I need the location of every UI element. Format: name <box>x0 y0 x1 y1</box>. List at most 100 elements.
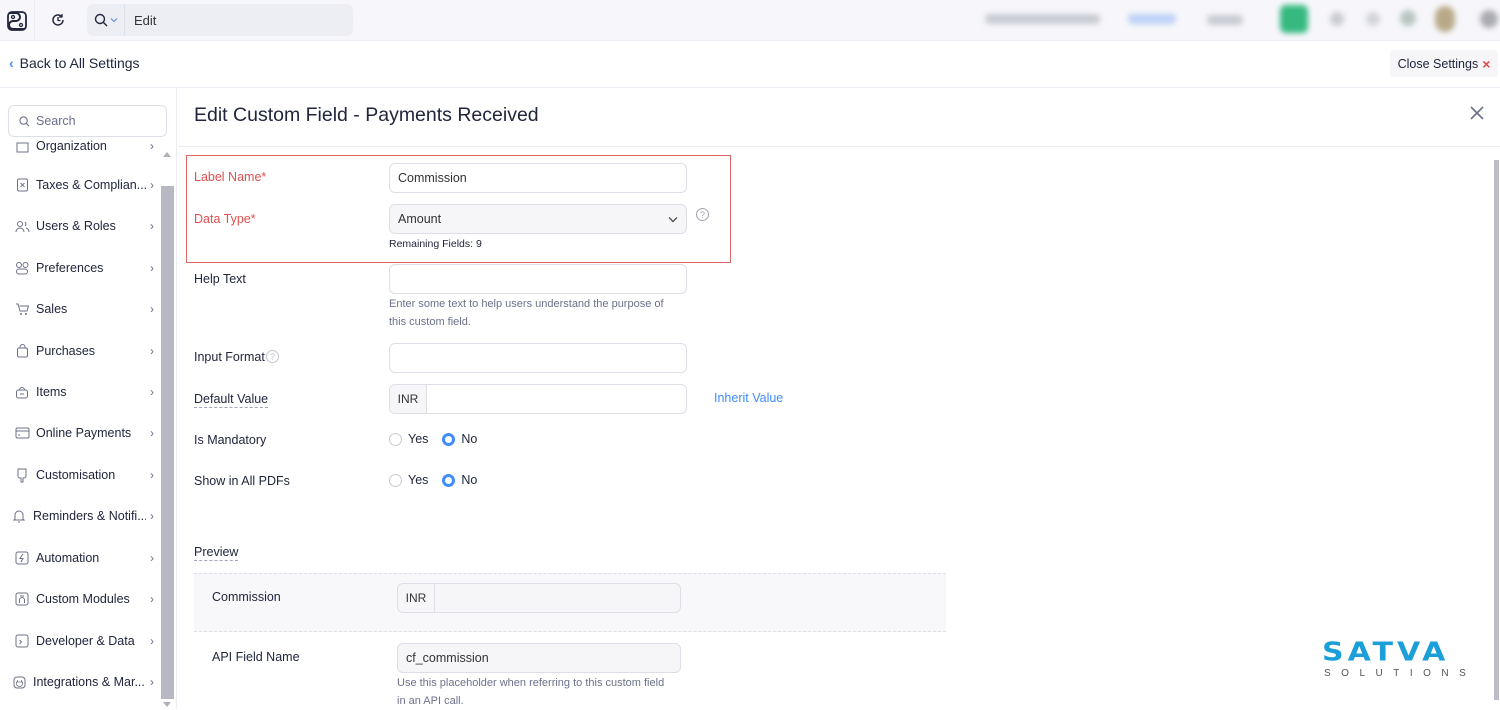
chevron-right-icon: › <box>150 344 154 358</box>
remaining-fields-text: Remaining Fields: 9 <box>389 238 482 250</box>
radio-label: Yes <box>408 432 429 446</box>
sidebar-item-label: Purchases <box>36 344 96 358</box>
blurred-app-icon[interactable] <box>1280 5 1308 33</box>
sidebar-item-label: Organization <box>36 139 107 153</box>
chevron-right-icon: › <box>150 634 154 648</box>
sidebar-item-label: Preferences <box>36 261 104 275</box>
sidebar-item-users-roles[interactable]: Users & Roles › <box>14 216 154 236</box>
search-icon <box>19 115 30 126</box>
sidebar-item-online-payments[interactable]: Online Payments › <box>14 423 154 443</box>
sidebar-item-reminders[interactable]: Reminders & Notifi... › <box>11 506 154 526</box>
api-field-hint-line1: Use this placeholder when referring to t… <box>397 677 665 689</box>
data-type-value: Amount <box>398 212 442 226</box>
sidebar-item-label: Integrations & Mar... <box>33 675 145 689</box>
label-name-input[interactable]: Commission <box>389 163 687 193</box>
radio-label: Yes <box>408 473 429 487</box>
blurred-menu <box>1207 15 1243 25</box>
data-type-select[interactable]: Amount <box>389 204 687 234</box>
close-settings-button[interactable]: Close Settings × <box>1390 50 1498 77</box>
users-icon <box>14 218 30 234</box>
sidebar-item-customisation[interactable]: Customisation › <box>14 465 154 485</box>
page-title: Edit Custom Field - Payments Received <box>194 104 539 126</box>
help-text-label: Help Text <box>194 272 246 286</box>
sidebar-item-automation[interactable]: Automation › <box>14 548 154 568</box>
back-link-label: Back to All Settings <box>19 55 140 71</box>
inherit-value-link[interactable]: Inherit Value <box>714 391 783 405</box>
blurred-icon[interactable] <box>1400 10 1416 26</box>
help-icon[interactable]: ? <box>266 350 279 363</box>
radio-label: No <box>461 473 478 487</box>
currency-prefix: INR <box>390 385 427 413</box>
help-text-hint-line1: Enter some text to help users understand… <box>389 298 664 310</box>
global-search-input[interactable]: Edit <box>125 13 156 28</box>
preview-field-label: Commission <box>212 590 281 604</box>
input-format-input[interactable] <box>389 343 687 373</box>
sidebar-item-label: Items <box>36 385 67 399</box>
preview-amount-input[interactable]: INR <box>397 583 681 613</box>
chevron-left-icon: ‹ <box>9 55 14 71</box>
app-logo[interactable] <box>0 0 35 41</box>
show-in-pdfs-yes-radio[interactable] <box>389 473 402 487</box>
building-icon <box>14 138 30 154</box>
preview-heading: Preview <box>194 545 239 561</box>
card-icon <box>14 425 30 441</box>
modules-icon <box>14 591 30 607</box>
sidebar-item-purchases[interactable]: Purchases › <box>14 341 154 361</box>
avatar[interactable] <box>1435 6 1455 32</box>
bell-icon <box>11 508 27 524</box>
sidebar-item-label: Automation <box>36 551 100 565</box>
api-field-hint-line2: in an API call. <box>397 695 464 707</box>
scroll-up-arrow-icon[interactable] <box>163 152 171 157</box>
satva-watermark-logo: SATVA SOLUTIONS <box>1322 640 1472 679</box>
chevron-right-icon: › <box>150 509 154 523</box>
is-mandatory-radio-group: Yes No <box>389 432 491 446</box>
back-to-all-settings-link[interactable]: ‹ Back to All Settings <box>9 55 140 71</box>
help-text-input[interactable] <box>389 264 687 294</box>
sidebar-item-label: Online Payments <box>36 426 132 440</box>
terminal-icon <box>14 633 30 649</box>
show-in-pdfs-no-radio[interactable] <box>442 473 456 487</box>
bolt-icon <box>14 550 30 566</box>
search-icon <box>94 13 107 27</box>
global-search[interactable]: Edit <box>87 4 353 36</box>
sidebar-item-integrations[interactable]: Integrations & Mar... › <box>11 672 154 692</box>
app-logo-icon <box>7 10 27 31</box>
blurred-icon[interactable] <box>1366 12 1380 26</box>
sidebar-item-label: Custom Modules <box>36 592 130 606</box>
label-name-value: Commission <box>398 171 467 185</box>
is-mandatory-yes-radio[interactable] <box>389 432 402 446</box>
top-bar: Edit <box>0 0 1500 41</box>
sidebar-search-input[interactable]: Search <box>8 105 167 137</box>
watermark-main-text: SATVA <box>1322 637 1450 668</box>
tax-icon <box>14 177 30 193</box>
blurred-icon[interactable] <box>1480 10 1498 28</box>
default-value-input[interactable]: INR <box>389 384 687 414</box>
data-type-label: Data Type* <box>194 212 256 226</box>
preferences-icon <box>14 260 30 276</box>
sidebar-item-developer-data[interactable]: Developer & Data › <box>14 631 154 651</box>
cart-icon <box>14 301 30 317</box>
sidebar-item-label: Developer & Data <box>36 634 135 648</box>
sidebar-item-sales[interactable]: Sales › <box>14 299 154 319</box>
main-scrollbar-thumb[interactable] <box>1494 160 1499 700</box>
api-field-name-input[interactable]: cf_commission <box>397 643 681 673</box>
history-button[interactable] <box>46 9 70 31</box>
sidebar-item-items[interactable]: Items › <box>14 382 154 402</box>
currency-prefix: INR <box>398 584 435 612</box>
chevron-right-icon: › <box>150 178 154 192</box>
sidebar-item-organization[interactable]: Organization › <box>14 136 154 156</box>
chevron-right-icon: › <box>150 302 154 316</box>
sidebar-item-preferences[interactable]: Preferences › <box>14 258 154 278</box>
default-value-label: Default Value <box>194 392 269 408</box>
sidebar-item-taxes[interactable]: Taxes & Complian... › <box>14 175 154 195</box>
watermark-sub-text: SOLUTIONS <box>1324 668 1477 679</box>
sidebar-scrollbar-thumb[interactable] <box>161 186 174 699</box>
search-scope-dropdown[interactable] <box>87 4 125 36</box>
sidebar-item-custom-modules[interactable]: Custom Modules › <box>14 589 154 609</box>
scroll-down-arrow-icon[interactable] <box>163 702 171 707</box>
input-format-label: Input Format <box>194 350 265 364</box>
help-icon[interactable]: ? <box>696 208 709 221</box>
blurred-icon[interactable] <box>1330 12 1344 26</box>
close-form-button[interactable] <box>1468 104 1486 122</box>
is-mandatory-no-radio[interactable] <box>442 432 456 446</box>
